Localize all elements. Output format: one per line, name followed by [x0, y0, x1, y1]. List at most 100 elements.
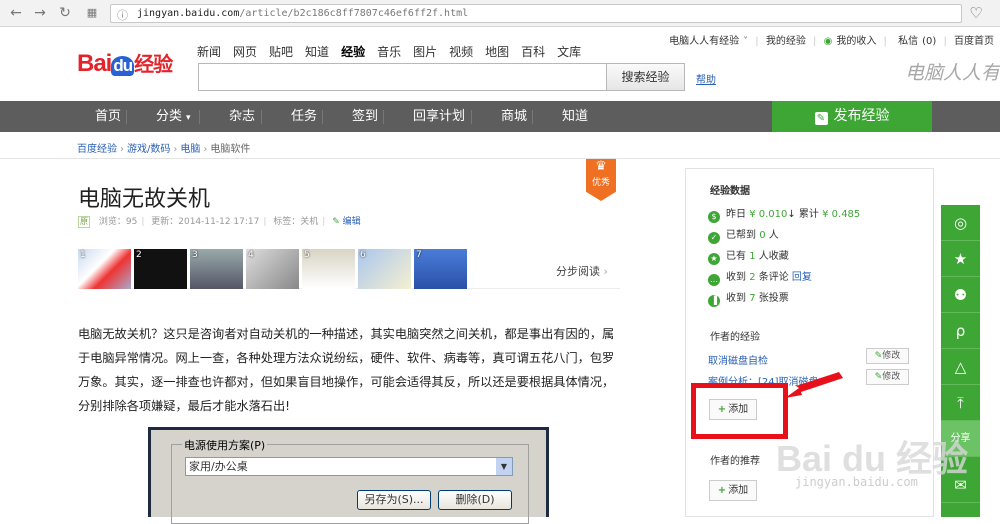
channel-4[interactable]: 经验 — [341, 45, 365, 59]
apps-icon[interactable]: ▦ — [84, 5, 100, 21]
watermark-url: jingyan.baidu.com — [795, 475, 918, 489]
chevron-down-icon: ▾ — [186, 113, 191, 123]
plus-icon: + — [717, 485, 727, 496]
kaixin-icon[interactable]: △ — [941, 349, 980, 385]
step-read-link[interactable]: 分步阅读 › — [556, 263, 608, 279]
baidu-jingyan-logo[interactable]: Bai du 经验 — [77, 48, 173, 78]
nav-item-4[interactable]: 签到 — [352, 101, 378, 132]
stat-row: ★ 已有 1 人收藏 — [708, 247, 789, 265]
channel-8[interactable]: 地图 — [485, 45, 509, 59]
channel-7[interactable]: 视频 — [449, 45, 473, 59]
step-thumbnail[interactable]: 1 — [78, 249, 131, 289]
channel-6[interactable]: 图片 — [413, 45, 437, 59]
chevron-right-icon: › — [603, 265, 608, 278]
channel-9[interactable]: 百科 — [521, 45, 545, 59]
nav-item-0[interactable]: 首页 — [95, 101, 121, 132]
reply-link[interactable]: 回复 — [792, 272, 812, 283]
highlight-box — [691, 383, 788, 439]
divider — [0, 158, 1000, 159]
stat-row: … 收到 2 条评论 回复 — [708, 272, 812, 286]
qzone-icon[interactable]: ⤒ — [941, 385, 980, 421]
comment-icon: … — [708, 274, 720, 286]
address-bar[interactable]: ⓘ jingyan.baidu.com/article/b2c186c8ff78… — [110, 4, 962, 23]
breadcrumb-item[interactable]: 电脑 — [180, 144, 200, 155]
modify-button[interactable]: ✎修改 — [866, 369, 909, 385]
browser-toolbar: ← → ↻ ▦ ⓘ jingyan.baidu.com/article/b2c1… — [0, 0, 1000, 27]
url-path: /article/b2c186c8ff7807c46ef6ff2f.html — [239, 8, 469, 19]
updated-time: 更新：2014-11-12 17:17 — [151, 217, 260, 227]
power-scheme-select: 家用/办公桌 ▼ — [185, 457, 513, 476]
step-thumbnail[interactable]: 4 — [246, 249, 299, 289]
nav-item-6[interactable]: 商城 — [501, 101, 527, 132]
exp-link[interactable]: 取消磁盘自检 — [708, 352, 768, 367]
add-recommend-button[interactable]: + 添加 — [709, 480, 757, 501]
user-menu[interactable]: 电脑人人有经验 — [669, 36, 739, 47]
step-thumbnail[interactable]: 7 — [414, 249, 467, 289]
stats-title: 经验数据 — [710, 186, 750, 197]
my-income-link[interactable]: 我的收入 — [836, 36, 876, 47]
view-count: 浏览：95 — [98, 217, 138, 227]
dropdown-arrow-icon: ▼ — [496, 458, 512, 475]
nav-separator — [383, 110, 384, 124]
stat-row: $ 昨日 ¥ 0.010↓ 累计 ¥ 0.485 — [708, 205, 860, 223]
red-arrow-icon — [785, 372, 843, 398]
nav-separator — [126, 110, 127, 124]
nav-item-5[interactable]: 回享计划 — [413, 101, 465, 132]
search-input[interactable] — [198, 63, 606, 91]
page-title: 电脑无故关机 — [78, 187, 211, 212]
help-link[interactable]: 帮助 — [696, 71, 716, 86]
wechat-icon[interactable]: ⚉ — [941, 277, 980, 313]
yen-icon: $ — [708, 211, 720, 223]
channel-3[interactable]: 知道 — [305, 45, 329, 59]
breadcrumb-item[interactable]: 游戏/数码 — [127, 144, 170, 155]
breadcrumb-item[interactable]: 百度经验 — [77, 144, 117, 155]
renren-icon[interactable]: ρ — [941, 313, 980, 349]
url-domain: jingyan.baidu.com — [137, 8, 240, 19]
nav-item-7[interactable]: 知道 — [562, 101, 588, 132]
search-button[interactable]: 搜索经验 — [606, 63, 685, 91]
messages-link[interactable]: 私信 (0) — [894, 36, 936, 47]
nav-item-2[interactable]: 杂志 — [229, 101, 255, 132]
step-thumbnail[interactable]: 2 — [134, 249, 187, 289]
edit-link[interactable]: ✎ 编辑 — [332, 217, 360, 227]
bookmark-heart-icon[interactable]: ♡ — [968, 5, 984, 21]
edit-icon: ✎ — [814, 112, 828, 125]
article-meta: 原 浏览：95 | 更新：2014-11-12 17:17 | 标签：关机 | ✎ 编… — [78, 216, 361, 228]
modify-button[interactable]: ✎修改 — [866, 348, 909, 364]
article-paragraph: 电脑无故关机？这只是咨询者对自动关机的一种描述，其实电脑突然之间关机，都是事出有… — [78, 327, 615, 413]
publish-button[interactable]: ✎ 发布经验 — [772, 101, 932, 132]
excellent-badge: ♛ 优秀 — [586, 159, 616, 201]
step-thumbnail[interactable]: 5 — [302, 249, 355, 289]
nav-item-1[interactable]: 分类 ▾ — [156, 101, 191, 132]
recommend-title: 作者的推荐 — [710, 456, 760, 467]
chevron-down-icon[interactable]: ˅ — [743, 36, 748, 47]
forward-icon[interactable]: → — [32, 5, 48, 21]
stat-row: ✓ 已帮到 0 人 — [708, 226, 779, 244]
stat-row: ▐ 收到 7 张投票 — [708, 289, 789, 307]
breadcrumb-current: 电脑软件 — [210, 144, 251, 155]
crown-icon: ♛ — [595, 159, 607, 174]
help-icon: ✓ — [708, 232, 720, 244]
weibo-icon[interactable]: ◎ — [941, 205, 980, 241]
vote-icon: ▐ — [708, 295, 720, 307]
channel-2[interactable]: 贴吧 — [269, 45, 293, 59]
baidu-home-link[interactable]: 百度首页 — [954, 36, 994, 47]
delete-button: 删除(D) — [438, 490, 512, 510]
nav-separator — [322, 110, 323, 124]
step-thumbnail[interactable]: 3 — [190, 249, 243, 289]
reload-icon[interactable]: ↻ — [57, 5, 73, 21]
my-jingyan-link[interactable]: 我的经验 — [766, 36, 806, 47]
tags: 标签：关机 — [273, 217, 319, 227]
channel-0[interactable]: 新闻 — [197, 45, 221, 59]
breadcrumb: 百度经验 › 游戏/数码 › 电脑 › 电脑软件 — [77, 144, 251, 155]
channel-1[interactable]: 网页 — [233, 45, 257, 59]
star-icon: ★ — [708, 253, 720, 265]
favorite-icon[interactable]: ★ — [941, 241, 980, 277]
channel-10[interactable]: 文库 — [557, 45, 581, 59]
channel-5[interactable]: 音乐 — [377, 45, 401, 59]
back-icon[interactable]: ← — [8, 5, 24, 21]
user-links: 电脑人人有经验 ˅ | 我的经验 | ◉ 我的收入 | 私信 (0) | 百度首页 — [669, 36, 994, 47]
step-thumbnail[interactable]: 6 — [358, 249, 411, 289]
page-info-icon[interactable]: ⓘ — [117, 7, 128, 23]
nav-item-3[interactable]: 任务 — [291, 101, 317, 132]
